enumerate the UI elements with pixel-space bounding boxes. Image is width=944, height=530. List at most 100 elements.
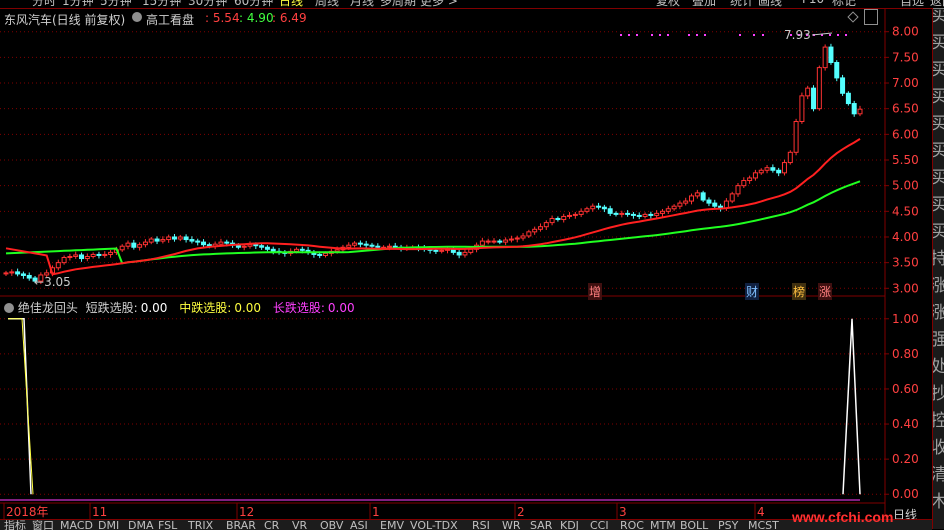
signal-dot [753,34,755,36]
candle-body [764,167,770,171]
main-y-tick-label: 6.00 [892,127,919,141]
top-tab[interactable]: 月线 [350,0,374,8]
candle-body [805,87,811,97]
indicator-name[interactable]: 高工看盘 [146,11,194,28]
candle-body [352,242,358,246]
sub-panel-indicator[interactable]: 绝佳龙回头 短跌选股: 0.00 中跌选股: 0.00 长跌选股: 0.00 [4,299,355,316]
top-tab[interactable]: 统计 [730,0,754,8]
signal-char: 买 [933,116,944,133]
top-tab[interactable]: 自选 [900,0,924,8]
separator-dot: : [239,11,247,25]
candle-body [20,273,26,276]
candle-body [479,240,485,246]
stock-chart[interactable]: 3.00 3.50 4.00 4.50 5.00 5.50 6.00 6.50 7.00 7.50… [0,0,932,529]
signal-dot [636,34,638,36]
candle-body [642,213,648,217]
top-tab[interactable]: 60分钟 [234,0,273,8]
top-tab[interactable]: 标记 [832,0,856,8]
candle-body [125,242,131,247]
top-tab[interactable]: 1分钟 [62,0,94,8]
sub-indicator-name: 绝佳龙回头 [17,301,78,315]
candle-body [259,245,265,248]
sub-indicator-dropdown-icon[interactable] [4,303,14,313]
separator-dot: : [205,11,213,25]
candle-body [625,212,631,215]
top-tab[interactable]: 30分钟 [188,0,227,8]
signal-dot [659,34,661,36]
sub-y-tick-label: 0.60 [892,382,919,396]
candle-body [119,245,125,251]
sub-y-tick-label: 0.00 [892,487,919,501]
marker-bang[interactable]: 榜 [792,283,807,300]
marker-zeng[interactable]: 增 [588,283,603,300]
signal-char: 买 [933,170,944,187]
candle-body [456,251,462,256]
candle-body [758,169,764,174]
candle-body [55,262,61,269]
candle-body [90,253,96,257]
candle-body [154,238,160,242]
candle-body [584,208,590,212]
candle-body [712,202,718,207]
indicator-dropdown-icon[interactable] [132,12,142,22]
candle-body [375,245,381,248]
signal-char: 涨 [933,278,944,295]
signal-long-label: 长跌选股: [272,301,325,315]
indicator-value-3-text: 6.49 [279,11,307,25]
indicator-value-1-text: 5.54 [212,11,240,25]
top-tab[interactable]: 更多 > [420,0,458,8]
candle-body [148,238,154,243]
candle-body [543,222,549,228]
signal-char: 处 [933,359,944,376]
candle-body [659,210,665,214]
short-signal-line-right [842,318,861,495]
top-tab[interactable]: 分时 [32,0,56,8]
candle-body [735,185,741,195]
top-tab[interactable]: F10 [802,0,824,6]
sub-y-tick-label: 0.80 [892,347,919,361]
candle-body [747,177,753,182]
signal-char: 收 [933,440,944,457]
candle-body [386,245,392,248]
marker-zhang[interactable]: 涨 [818,283,833,300]
top-tab[interactable]: 5分钟 [100,0,132,8]
top-tab[interactable]: 周线 [315,0,339,8]
candle-body [67,255,73,259]
signal-short-label: 短跌选股: [85,301,138,315]
candle-body [787,151,793,164]
signal-mid-label: 中跌选股: [179,301,232,315]
candle-body [514,237,520,240]
candle-body [468,248,474,253]
main-y-tick-label: 5.00 [892,179,919,193]
signal-dot [845,34,847,36]
main-y-tick-label: 4.00 [892,230,919,244]
low-price-label: ←3.05 [34,275,71,289]
x-tick-label: 4 [757,505,765,519]
candle-body [752,172,758,179]
candle-body [79,254,85,260]
signal-char: 抄 [933,386,944,403]
main-y-tick-label: 3.50 [892,256,919,270]
top-tab[interactable]: 叠加 [692,0,716,8]
indicator-value-3: : 6.49 [272,11,307,25]
candle-body [630,213,636,216]
main-y-tick-label: 3.00 [892,281,919,295]
candle-body [729,193,735,202]
signal-char: 控 [933,413,944,430]
signal-dot [620,34,622,36]
signal-dot [696,34,698,36]
top-tab[interactable]: 多周期 [380,0,416,8]
signal-dot [667,34,669,36]
top-tab[interactable]: - [862,0,866,6]
candle-body [503,239,509,243]
scroll-icon[interactable] [864,9,878,25]
top-tab[interactable]: 画线 [758,0,782,8]
candle-body [683,200,689,204]
top-tab[interactable]: 15分钟 [142,0,181,8]
candle-body [189,239,195,242]
top-tab[interactable]: 复权 [656,0,680,8]
marker-cai[interactable]: 财 [745,283,760,300]
top-tab[interactable]: 日线 [279,0,303,8]
candle-body [526,231,532,237]
candle-body [636,214,642,217]
